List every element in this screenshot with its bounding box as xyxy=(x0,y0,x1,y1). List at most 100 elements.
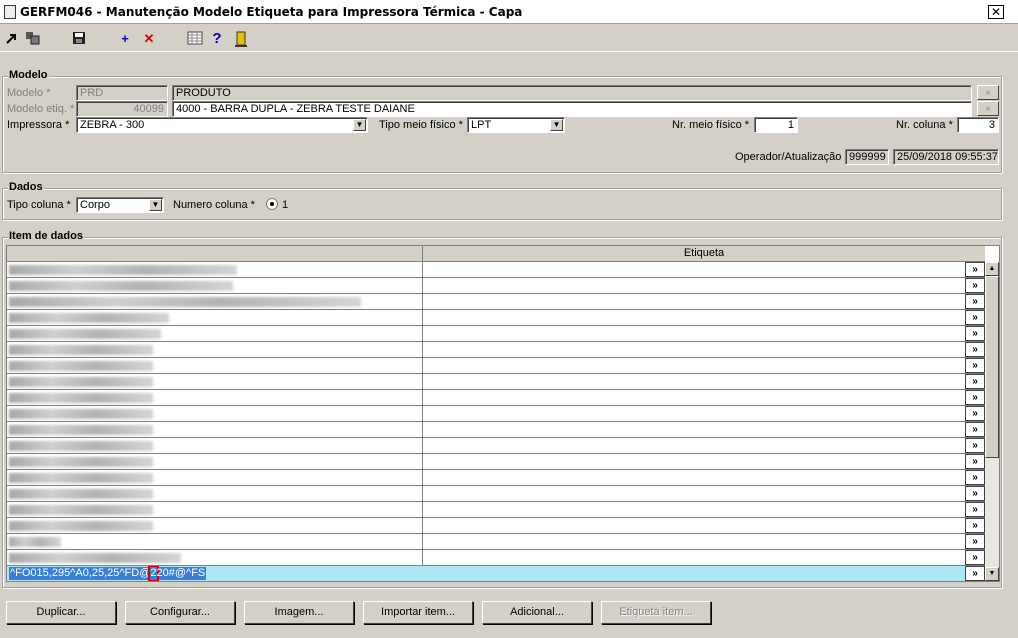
row-cell-etiqueta[interactable] xyxy=(423,438,965,453)
row-cell-etiqueta[interactable] xyxy=(423,454,965,469)
table-row[interactable]: » xyxy=(7,502,985,518)
row-cell-etiqueta[interactable] xyxy=(423,374,965,389)
row-more-button[interactable]: » xyxy=(965,454,985,469)
row-cell-etiqueta[interactable] xyxy=(423,486,965,501)
row-cell-etiqueta[interactable] xyxy=(423,358,965,373)
grid-icon[interactable] xyxy=(187,31,203,47)
row-more-button[interactable]: » xyxy=(965,502,985,517)
row-more-button[interactable]: » xyxy=(965,470,985,485)
row-cell-etiqueta[interactable] xyxy=(423,470,965,485)
row-more-button[interactable]: » xyxy=(965,294,985,309)
table-row[interactable]: » xyxy=(7,262,985,278)
row-more-button[interactable]: » xyxy=(965,390,985,405)
modelo-etiq-lookup-button[interactable]: » xyxy=(977,101,999,116)
nr-meio-field[interactable]: 1 xyxy=(754,117,798,133)
tipo-meio-select[interactable]: LPT ▼ xyxy=(467,117,565,133)
row-more-button[interactable]: » xyxy=(965,486,985,501)
row-cell-content[interactable] xyxy=(7,390,423,405)
row-more-button[interactable]: » xyxy=(965,566,985,581)
scroll-thumb[interactable] xyxy=(985,276,999,458)
table-row[interactable]: » xyxy=(7,550,985,566)
scroll-down-icon[interactable]: ▼ xyxy=(985,567,999,581)
row-more-button[interactable]: » xyxy=(965,406,985,421)
row-more-button[interactable]: » xyxy=(965,438,985,453)
row-cell-content[interactable] xyxy=(7,438,423,453)
row-cell-etiqueta[interactable] xyxy=(423,262,965,277)
table-row[interactable]: » xyxy=(7,470,985,486)
chevron-down-icon[interactable]: ▼ xyxy=(149,199,162,211)
imagem-button[interactable]: Imagem... xyxy=(244,601,354,624)
table-row[interactable]: » xyxy=(7,486,985,502)
chevron-down-icon[interactable]: ▼ xyxy=(550,119,563,131)
row-cell-content[interactable] xyxy=(7,422,423,437)
table-row[interactable]: » xyxy=(7,406,985,422)
table-row[interactable]: » xyxy=(7,342,985,358)
row-more-button[interactable]: » xyxy=(965,518,985,533)
row-cell-etiqueta[interactable] xyxy=(423,502,965,517)
help-icon[interactable]: ? xyxy=(209,31,225,47)
row-more-button[interactable]: » xyxy=(965,326,985,341)
row-more-button[interactable]: » xyxy=(965,422,985,437)
row-cell-etiqueta[interactable] xyxy=(423,406,965,421)
row-cell-etiqueta[interactable] xyxy=(423,326,965,341)
row-cell-content[interactable] xyxy=(7,502,423,517)
table-row[interactable]: » xyxy=(7,358,985,374)
table-row-selected[interactable]: ^FO015,295^A0,25,25^FD@220#@^FS » xyxy=(7,566,985,582)
row-cell-content[interactable] xyxy=(7,470,423,485)
configurar-button[interactable]: Configurar... xyxy=(125,601,235,624)
row-cell-content[interactable] xyxy=(7,310,423,325)
table-row[interactable]: » xyxy=(7,374,985,390)
table-row[interactable]: » xyxy=(7,518,985,534)
row-cell-content[interactable] xyxy=(7,486,423,501)
impressora-select[interactable]: ZEBRA - 300 ▼ xyxy=(76,117,368,133)
export-icon[interactable] xyxy=(4,31,20,47)
duplicar-button[interactable]: Duplicar... xyxy=(6,601,116,624)
save-icon[interactable] xyxy=(71,31,87,47)
nr-coluna-field[interactable]: 3 xyxy=(957,117,999,133)
table-row[interactable]: » xyxy=(7,422,985,438)
selected-row-cell[interactable]: ^FO015,295^A0,25,25^FD@220#@^FS xyxy=(7,566,967,581)
row-cell-content[interactable] xyxy=(7,326,423,341)
row-cell-content[interactable] xyxy=(7,342,423,357)
row-cell-content[interactable] xyxy=(7,518,423,533)
table-row[interactable]: » xyxy=(7,294,985,310)
row-cell-content[interactable] xyxy=(7,550,423,565)
delete-icon[interactable]: ✕ xyxy=(141,31,157,47)
selected-row-text[interactable]: ^FO015,295^A0,25,25^FD@220#@^FS xyxy=(9,566,207,581)
table-row[interactable]: » xyxy=(7,534,985,550)
row-cell-etiqueta[interactable] xyxy=(423,294,965,309)
row-cell-content[interactable] xyxy=(7,534,423,549)
row-cell-etiqueta[interactable] xyxy=(423,422,965,437)
row-cell-content[interactable] xyxy=(7,374,423,389)
row-more-button[interactable]: » xyxy=(965,342,985,357)
row-cell-content[interactable] xyxy=(7,278,423,293)
row-more-button[interactable]: » xyxy=(965,534,985,549)
row-cell-content[interactable] xyxy=(7,454,423,469)
row-more-button[interactable]: » xyxy=(965,310,985,325)
scroll-up-icon[interactable]: ▲ xyxy=(985,262,999,276)
grid-vertical-scrollbar[interactable]: ▲ ▼ xyxy=(985,262,999,581)
row-cell-content[interactable] xyxy=(7,294,423,309)
importar-item-button[interactable]: Importar item... xyxy=(363,601,473,624)
table-row[interactable]: » xyxy=(7,278,985,294)
modelo-code-field[interactable]: PRD xyxy=(76,85,168,101)
table-row[interactable]: » xyxy=(7,390,985,406)
modelo-lookup-button[interactable]: » xyxy=(977,85,999,100)
table-row[interactable]: » xyxy=(7,454,985,470)
row-cell-etiqueta[interactable] xyxy=(423,310,965,325)
row-cell-content[interactable] xyxy=(7,358,423,373)
table-row[interactable]: » xyxy=(7,310,985,326)
row-cell-etiqueta[interactable] xyxy=(423,342,965,357)
table-row[interactable]: » xyxy=(7,326,985,342)
chevron-down-icon[interactable]: ▼ xyxy=(353,119,366,131)
numero-coluna-radio[interactable] xyxy=(266,198,278,210)
row-more-button[interactable]: » xyxy=(965,278,985,293)
add-icon[interactable]: + xyxy=(117,31,133,47)
adicional-button[interactable]: Adicional... xyxy=(482,601,592,624)
row-cell-etiqueta[interactable] xyxy=(423,390,965,405)
copy-icon[interactable] xyxy=(25,31,41,47)
modelo-etiq-desc-field[interactable]: 4000 - BARRA DUPLA - ZEBRA TESTE DAIANE xyxy=(172,101,972,117)
row-cell-content[interactable] xyxy=(7,262,423,277)
exit-icon[interactable] xyxy=(233,31,249,47)
row-more-button[interactable]: » xyxy=(965,358,985,373)
